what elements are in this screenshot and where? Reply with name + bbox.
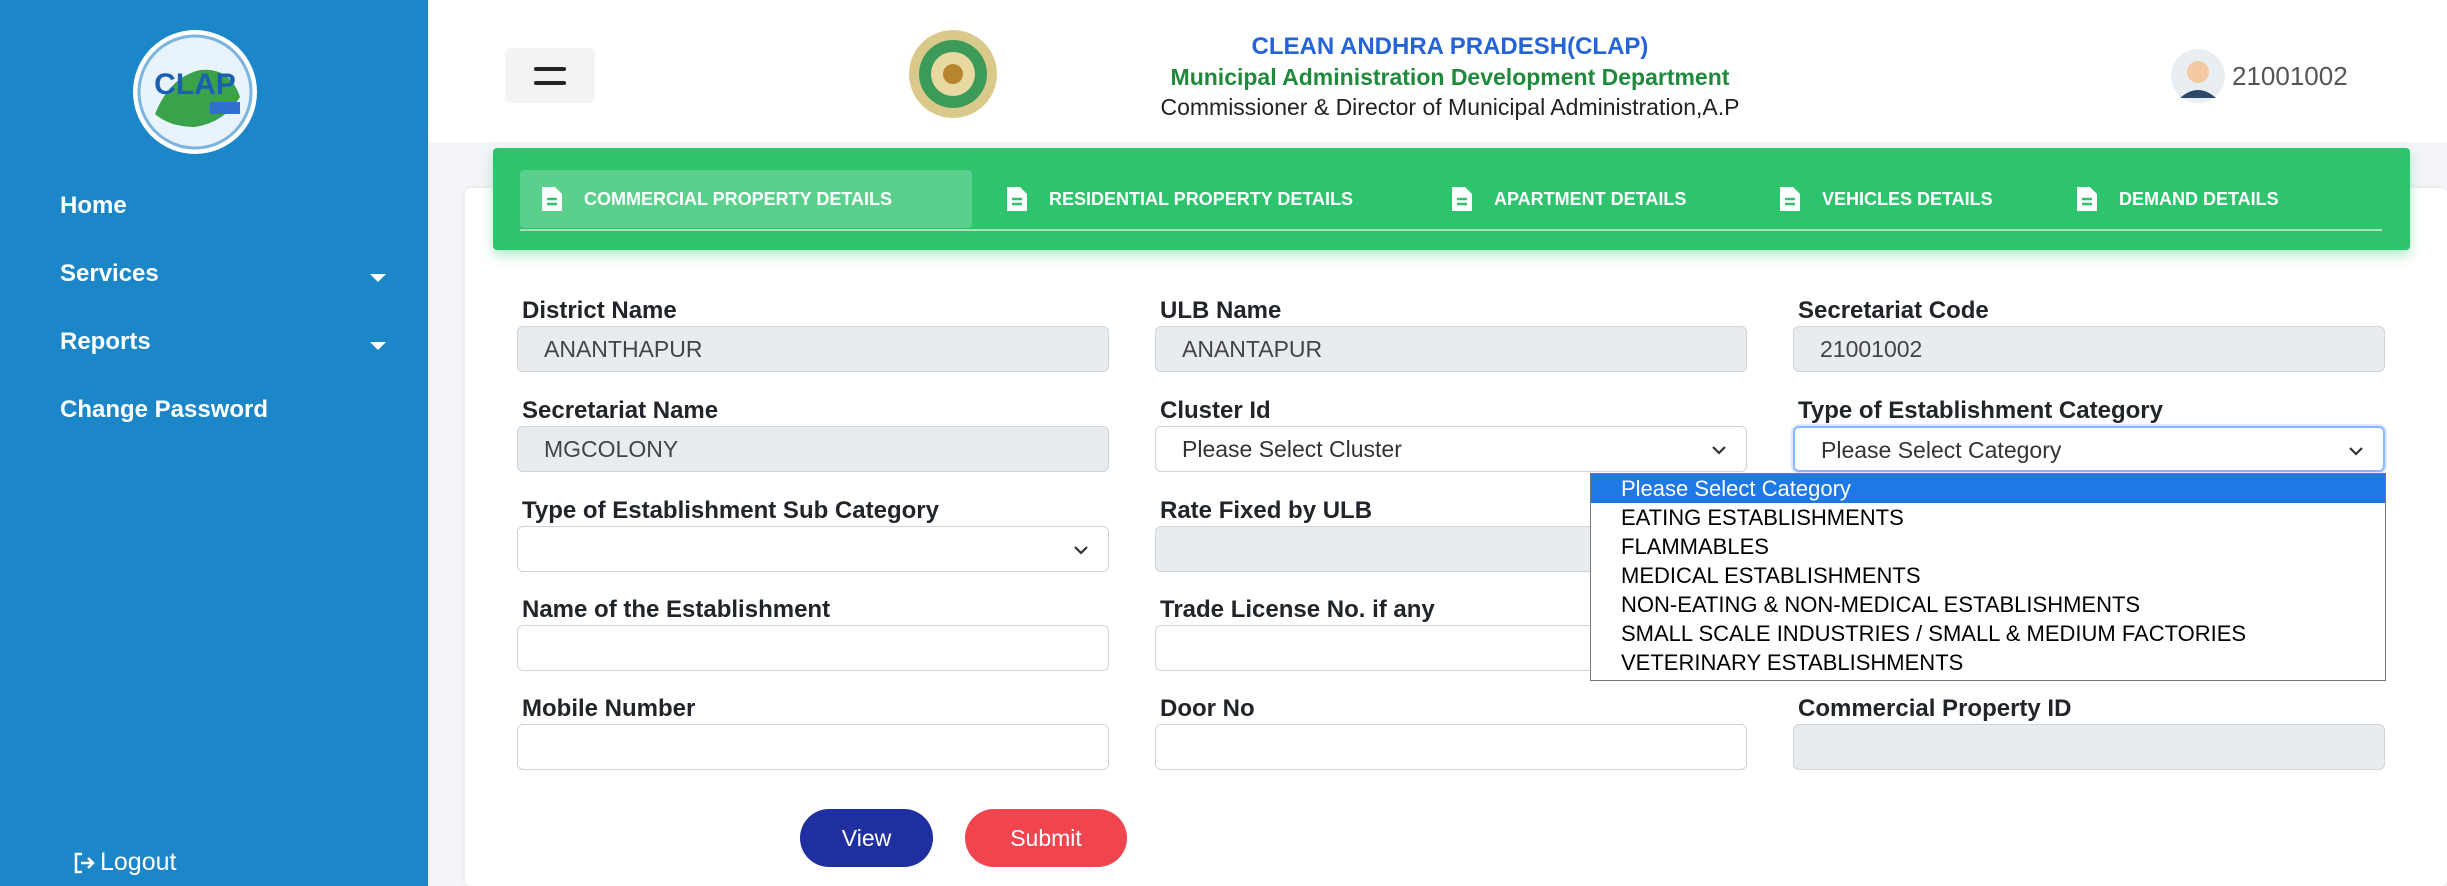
category-option[interactable]: NON-EATING & NON-MEDICAL ESTABLISHMENTS bbox=[1591, 590, 2385, 619]
tab-demand[interactable]: DEMAND DETAILS bbox=[2055, 170, 2301, 228]
sidebar: CLAP Home Services Reports Change Passwo… bbox=[0, 0, 428, 886]
logout-icon bbox=[74, 852, 95, 873]
trade-license-label: Trade License No. if any bbox=[1160, 596, 1435, 623]
user-menu[interactable]: 21001002 bbox=[2170, 48, 2348, 104]
door-no-input[interactable] bbox=[1155, 724, 1747, 770]
secretariat-code-field: 21001002 bbox=[1793, 326, 2385, 372]
sidebar-item-change-password[interactable]: Change Password bbox=[60, 396, 268, 424]
category-label: Type of Establishment Category bbox=[1798, 397, 2163, 424]
reports-caret-icon[interactable] bbox=[370, 342, 386, 350]
services-caret-icon[interactable] bbox=[370, 274, 386, 282]
tab-label: COMMERCIAL PROPERTY DETAILS bbox=[584, 188, 893, 209]
commercial-property-id-field bbox=[1793, 724, 2385, 770]
document-icon bbox=[2077, 187, 2097, 211]
tab-vehicles[interactable]: VEHICLES DETAILS bbox=[1758, 170, 2015, 228]
tab-divider bbox=[520, 229, 2382, 231]
tab-label: DEMAND DETAILS bbox=[2119, 188, 2279, 209]
category-option[interactable]: VETERINARY ESTABLISHMENTS bbox=[1591, 648, 2385, 677]
cluster-id-select[interactable]: Please Select Cluster bbox=[1155, 426, 1747, 472]
secretariat-name-label: Secretariat Name bbox=[522, 397, 719, 424]
category-option[interactable]: Please Select Category bbox=[1591, 474, 2385, 503]
ap-emblem-icon bbox=[898, 28, 1008, 124]
tab-label: RESIDENTIAL PROPERTY DETAILS bbox=[1049, 188, 1354, 209]
sub-category-select[interactable] bbox=[517, 526, 1109, 572]
svg-text:CLAP: CLAP bbox=[154, 68, 236, 101]
menu-toggle-button[interactable] bbox=[505, 48, 595, 103]
clap-logo-icon: CLAP bbox=[100, 22, 290, 157]
category-dropdown-list[interactable]: Please Select Category EATING ESTABLISHM… bbox=[1590, 473, 2386, 681]
commercial-property-id-label: Commercial Property ID bbox=[1798, 695, 2072, 722]
logout-link[interactable]: Logout bbox=[72, 848, 176, 877]
user-id: 21001002 bbox=[2232, 60, 2348, 91]
logout-label: Logout bbox=[100, 848, 177, 876]
category-option[interactable]: FLAMMABLES bbox=[1591, 532, 2385, 561]
sidebar-item-reports[interactable]: Reports bbox=[60, 328, 151, 356]
tab-residential-property[interactable]: RESIDENTIAL PROPERTY DETAILS bbox=[985, 170, 1375, 228]
submit-button[interactable]: Submit bbox=[965, 809, 1127, 867]
document-icon bbox=[1007, 187, 1027, 211]
document-icon bbox=[1780, 187, 1800, 211]
mobile-number-label: Mobile Number bbox=[522, 695, 696, 722]
rate-fixed-label: Rate Fixed by ULB bbox=[1160, 497, 1373, 524]
department-name: Municipal Administration Development Dep… bbox=[1170, 64, 1730, 90]
view-button[interactable]: View bbox=[800, 809, 933, 867]
ulb-name-field: ANANTAPUR bbox=[1155, 326, 1747, 372]
category-value: Please Select Category bbox=[1821, 437, 2062, 463]
avatar-icon bbox=[2171, 49, 2225, 103]
secretariat-name-field: MGCOLONY bbox=[517, 426, 1109, 472]
organization-name: Commissioner & Director of Municipal Adm… bbox=[1160, 94, 1740, 120]
header-title-block: CLEAN ANDHRA PRADESH(CLAP) Municipal Adm… bbox=[1040, 32, 1860, 122]
secretariat-code-label: Secretariat Code bbox=[1798, 297, 1989, 324]
category-option[interactable]: SMALL SCALE INDUSTRIES / SMALL & MEDIUM … bbox=[1591, 619, 2385, 648]
cluster-id-value: Please Select Cluster bbox=[1182, 436, 1402, 462]
tab-label: APARTMENT DETAILS bbox=[1494, 188, 1687, 209]
hamburger-icon bbox=[534, 66, 566, 85]
establishment-name-label: Name of the Establishment bbox=[522, 596, 831, 623]
tab-label: VEHICLES DETAILS bbox=[1822, 188, 1993, 209]
mobile-number-input[interactable] bbox=[517, 724, 1109, 770]
chevron-down-icon bbox=[1074, 546, 1088, 555]
app-title: CLEAN ANDHRA PRADESH(CLAP) bbox=[1251, 33, 1649, 60]
category-option[interactable]: EATING ESTABLISHMENTS bbox=[1591, 503, 2385, 532]
sidebar-item-services[interactable]: Services bbox=[60, 260, 159, 288]
category-option[interactable]: MEDICAL ESTABLISHMENTS bbox=[1591, 561, 2385, 590]
establishment-name-input[interactable] bbox=[517, 625, 1109, 671]
ulb-name-label: ULB Name bbox=[1160, 297, 1282, 324]
chevron-down-icon bbox=[2349, 447, 2363, 456]
district-name-field: ANANTHAPUR bbox=[517, 326, 1109, 372]
chevron-down-icon bbox=[1712, 446, 1726, 455]
document-icon bbox=[542, 187, 562, 211]
door-no-label: Door No bbox=[1160, 695, 1255, 722]
sidebar-item-home[interactable]: Home bbox=[60, 192, 127, 220]
cluster-id-label: Cluster Id bbox=[1160, 397, 1271, 424]
document-icon bbox=[1452, 187, 1472, 211]
district-name-label: District Name bbox=[522, 297, 677, 324]
tab-apartment[interactable]: APARTMENT DETAILS bbox=[1430, 170, 1708, 228]
category-select[interactable]: Please Select Category bbox=[1793, 426, 2385, 472]
sub-category-label: Type of Establishment Sub Category bbox=[522, 497, 939, 524]
tab-commercial-property[interactable]: COMMERCIAL PROPERTY DETAILS bbox=[520, 170, 972, 228]
